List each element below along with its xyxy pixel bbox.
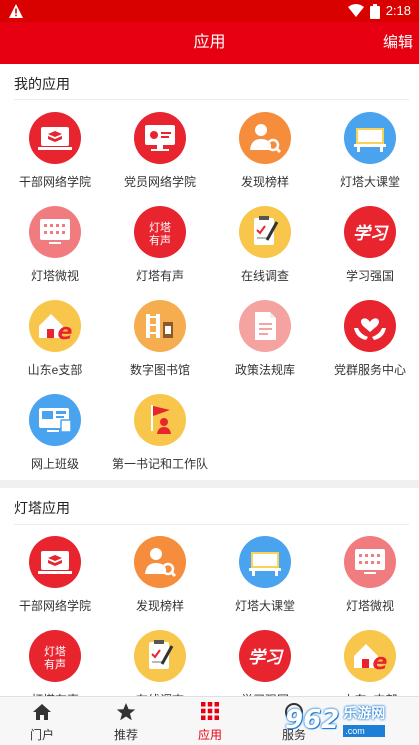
app-item[interactable]: 灯塔微视: [3, 206, 107, 284]
app-item[interactable]: 党员网络学院: [108, 112, 212, 190]
app-item-label: 在线调查: [240, 269, 289, 283]
app-item[interactable]: 党群服务中心: [318, 300, 419, 378]
app-item-label: 山东e支部: [27, 363, 83, 377]
document-icon: [239, 300, 291, 352]
nav-label: 推荐: [113, 728, 138, 742]
flag-person-icon: [134, 394, 186, 446]
library-shelf-icon: [134, 300, 186, 352]
watermark-domain: .com: [343, 725, 386, 737]
app-item-label: 发现榜样: [135, 599, 184, 613]
svg-text:学习: 学习: [248, 648, 284, 668]
wifi-icon: [347, 4, 364, 17]
app-item[interactable]: 学习学习强国: [318, 206, 419, 284]
app-item-label: 灯塔大课堂: [234, 599, 295, 613]
home-icon: [33, 704, 51, 720]
warning-icon: [9, 4, 23, 18]
video-screen-icon: [29, 206, 81, 258]
dengta-audio-icon: 灯塔 有声: [134, 206, 186, 258]
app-item-label: 第一书记和工作队: [111, 457, 208, 471]
app-item-label: 党员网络学院: [123, 175, 196, 189]
hands-heart-icon: [344, 300, 396, 352]
watermark-site: 乐游网: [343, 705, 386, 721]
app-item[interactable]: 灯塔大课堂: [318, 112, 419, 190]
app-item-label: 灯塔微视: [345, 599, 394, 613]
app-item-label: 党群服务中心: [333, 363, 406, 377]
app-item[interactable]: 干部网络学院: [3, 112, 107, 190]
xuexi-icon: 学习: [344, 206, 396, 258]
svg-text:灯塔: 灯塔: [44, 645, 66, 658]
classroom-board-icon: [239, 536, 291, 588]
star-icon: [116, 703, 136, 721]
watermark-brand: 962: [285, 705, 340, 735]
status-time: 2:18: [385, 3, 411, 18]
app-item[interactable]: 网上班级: [3, 394, 107, 472]
person-search-icon: [134, 536, 186, 588]
person-search-icon: [239, 112, 291, 164]
video-screen-icon: [344, 536, 396, 588]
app-item-label: 灯塔有声: [135, 269, 184, 283]
xuexi-icon: 学习: [239, 630, 291, 682]
app-item[interactable]: 第一书记和工作队: [108, 394, 212, 472]
app-header: 应用 编辑: [0, 22, 419, 64]
app-item-label: 干部网络学院: [18, 175, 91, 189]
laptop-book-icon: [29, 536, 81, 588]
house-e-icon: e: [29, 300, 81, 352]
svg-text:学习: 学习: [353, 224, 389, 244]
section-divider: [14, 99, 409, 100]
app-item[interactable]: e 山东e支部: [3, 300, 107, 378]
app-item-label: 网上班级: [30, 457, 79, 471]
app-item-label: 发现榜样: [240, 175, 289, 189]
app-item-label: 灯塔大课堂: [339, 175, 400, 189]
app-item-label: 干部网络学院: [18, 599, 91, 613]
app-item-label: 政策法规库: [234, 363, 295, 377]
monitor-party-icon: [134, 112, 186, 164]
section-title-my-apps: 我的应用: [14, 76, 70, 92]
app-item[interactable]: 数字图书馆: [108, 300, 212, 378]
clipboard-pen-icon: [239, 206, 291, 258]
svg-text:e: e: [373, 650, 388, 675]
app-item-label: 数字图书馆: [129, 363, 190, 377]
section-separator: [0, 480, 419, 488]
app-item-label: 学习强国: [345, 269, 394, 283]
svg-text:e: e: [58, 320, 73, 345]
edit-button[interactable]: 编辑: [383, 22, 413, 64]
watermark-logo: 962 乐游网 .com: [285, 696, 419, 744]
svg-text:灯塔: 灯塔: [149, 221, 171, 234]
app-item-label: 灯塔微视: [30, 269, 79, 283]
svg-text:有声: 有声: [149, 233, 171, 247]
classroom-board-icon: [344, 112, 396, 164]
app-item[interactable]: 发现榜样: [213, 112, 317, 190]
nav-item-apps[interactable]: 应用: [168, 697, 252, 745]
app-item[interactable]: 政策法规库: [213, 300, 317, 378]
nav-label: 门户: [29, 728, 54, 742]
app-item[interactable]: 灯塔有声灯塔有声: [108, 206, 212, 284]
laptop-book-icon: [29, 112, 81, 164]
app-item[interactable]: 灯塔大课堂: [213, 536, 317, 614]
app-item[interactable]: 干部网络学院: [3, 536, 107, 614]
app-item[interactable]: 发现榜样: [108, 536, 212, 614]
battery-icon: [369, 3, 380, 19]
section-title-dengta-apps: 灯塔应用: [14, 500, 70, 516]
svg-text:有声: 有声: [44, 657, 66, 671]
app-item[interactable]: 在线调查: [213, 206, 317, 284]
online-class-icon: [29, 394, 81, 446]
page-title: 应用: [193, 34, 226, 51]
section-divider: [14, 524, 409, 525]
house-e-icon: e: [344, 630, 396, 682]
nav-item-portal[interactable]: 门户: [0, 697, 84, 745]
nav-label: 应用: [197, 728, 222, 742]
status-bar: 2:18: [0, 0, 419, 22]
app-item[interactable]: 灯塔微视: [318, 536, 419, 614]
grid-icon: [201, 702, 219, 720]
nav-item-recommend[interactable]: 推荐: [84, 697, 168, 745]
dengta-audio-icon: 灯塔 有声: [29, 630, 81, 682]
clipboard-pen-icon: [134, 630, 186, 682]
